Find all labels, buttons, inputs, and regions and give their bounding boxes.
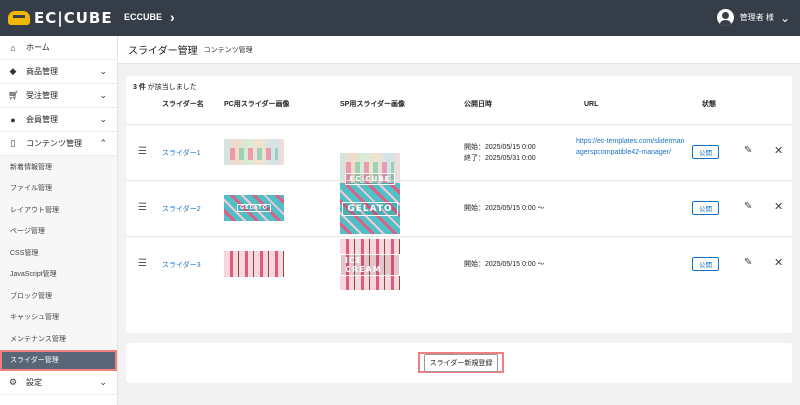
sidebar-subitem-slider[interactable]: スライダー管理 — [0, 349, 117, 371]
action-card: スライダー新規登録 — [126, 343, 792, 383]
logo-text: EC|CUBE — [34, 9, 113, 27]
chevron-down-icon: ⌄ — [99, 377, 107, 387]
drag-handle-icon[interactable]: ☰ — [138, 258, 147, 269]
edit-pencil-icon[interactable]: ✎ — [744, 145, 752, 156]
slider-url-link[interactable]: https://ec-templates.com/slidermanagersp… — [576, 136, 688, 158]
sidebar: ⌂ ホーム ◆ 商品管理 ⌄ 🛒︎ 受注管理 ⌄ ● 会員管理 ⌄ ▯ コンテン… — [0, 36, 118, 405]
sidebar-subitem-javascript[interactable]: JavaScript管理 — [0, 263, 117, 285]
publish-start: 開始：2025/05/15 0:00 〜 — [464, 261, 545, 268]
page-subtitle: コンテンツ管理 — [203, 46, 253, 54]
chevron-down-icon: ⌄ — [99, 114, 107, 124]
logo[interactable]: EC|CUBE — [8, 8, 113, 28]
table-row: ☰ スライダー2 GELATO GELATO 開始：2025/05/15 0:0… — [126, 180, 792, 236]
result-count: 3 件 が該当しました — [133, 82, 197, 92]
chevron-down-icon: ⌄ — [99, 90, 107, 100]
drag-handle-icon[interactable]: ☰ — [138, 146, 147, 157]
delete-x-icon[interactable]: ✕ — [774, 200, 783, 213]
user-menu[interactable]: 管理者 様 ⌄ — [716, 9, 790, 26]
main-content: スライダー管理 コンテンツ管理 3 件 が該当しました スライダー名 PC用スラ… — [118, 36, 800, 405]
chevron-down-icon: ⌄ — [779, 10, 790, 25]
pc-slider-image — [224, 139, 284, 165]
sidebar-item-label: 設定 — [26, 378, 42, 387]
result-count-suffix: が該当しました — [147, 84, 197, 91]
column-header-sp-image: SP用スライダー画像 — [340, 101, 406, 108]
gear-icon: ⚙ — [8, 377, 18, 387]
publish-period: 開始：2025/05/15 0:00 〜 — [464, 259, 545, 270]
sidebar-item-customers[interactable]: ● 会員管理 ⌄ — [0, 108, 117, 132]
slider-list-card: 3 件 が該当しました スライダー名 PC用スライダー画像 SP用スライダー画像… — [126, 76, 792, 333]
publish-period: 開始：2025/05/15 0:00 終了：2025/05/31 0:00 — [464, 142, 536, 164]
status-badge: 公開 — [692, 201, 719, 215]
column-header-pc-image: PC用スライダー画像 — [224, 101, 290, 108]
file-icon: ▯ — [10, 138, 16, 148]
shop-link[interactable]: ECCUBE › — [124, 9, 175, 25]
logo-mark — [8, 11, 30, 25]
sidebar-subitem-news[interactable]: 新着情報管理 — [0, 156, 117, 178]
publish-period: 開始：2025/05/15 0:00 〜 — [464, 203, 545, 214]
sp-slider-image: GELATO — [340, 183, 400, 234]
chevron-down-icon: ⌄ — [99, 66, 107, 76]
sidebar-item-label: 受注管理 — [26, 91, 58, 100]
sp-image-overlay-text: EC-CUBE — [344, 172, 396, 185]
status-badge: 公開 — [692, 145, 719, 159]
sidebar-subitem-files[interactable]: ファイル管理 — [0, 177, 117, 199]
sidebar-item-label: 会員管理 — [26, 115, 58, 124]
column-header-url: URL — [584, 101, 599, 108]
sidebar-item-label: 商品管理 — [26, 67, 58, 76]
chevron-up-icon: ⌃ — [99, 138, 107, 148]
new-slider-button[interactable]: スライダー新規登録 — [423, 353, 499, 372]
status-badge: 公開 — [692, 257, 719, 271]
sp-image-overlay-text: ICE CREAM — [340, 253, 400, 276]
chevron-right-icon: › — [170, 9, 175, 25]
page-header: スライダー管理 コンテンツ管理 — [118, 36, 800, 64]
home-icon: ⌂ — [10, 42, 16, 53]
sidebar-item-settings[interactable]: ⚙ 設定 ⌄ — [0, 371, 117, 395]
publish-start: 開始：2025/05/15 0:00 〜 — [464, 205, 545, 212]
drag-handle-icon[interactable]: ☰ — [138, 202, 147, 213]
sidebar-subitem-blocks[interactable]: ブロック管理 — [0, 285, 117, 307]
top-bar: EC|CUBE ECCUBE › 管理者 様 ⌄ — [0, 0, 800, 36]
page-title: スライダー管理 — [128, 46, 198, 57]
sidebar-item-products[interactable]: ◆ 商品管理 ⌄ — [0, 60, 117, 84]
sidebar-item-home[interactable]: ⌂ ホーム — [0, 36, 117, 60]
column-header-publish: 公開日時 — [464, 101, 492, 108]
delete-x-icon[interactable]: ✕ — [774, 256, 783, 269]
table-row: ☰ スライダー1 EC-CUBE 開始：2025/05/15 0:00 終了：2… — [126, 124, 792, 204]
sidebar-subitem-maintenance[interactable]: メンテナンス管理 — [0, 328, 117, 350]
pc-image-overlay-text: GELATO — [237, 204, 271, 212]
sidebar-subitem-cache[interactable]: キャッシュ管理 — [0, 306, 117, 328]
slider-name-link[interactable]: スライダー3 — [162, 260, 201, 270]
pc-slider-image: GELATO — [224, 195, 284, 221]
sidebar-item-label: ホーム — [26, 43, 50, 52]
new-slider-button-highlight: スライダー新規登録 — [418, 352, 504, 373]
column-header-status: 状態 — [702, 101, 716, 108]
table-row: ☰ スライダー3 ICE CREAM 開始：2025/05/15 0:00 〜 … — [126, 236, 792, 292]
result-count-number: 3 件 — [133, 84, 146, 91]
edit-pencil-icon[interactable]: ✎ — [744, 257, 752, 268]
publish-start: 開始：2025/05/15 0:00 — [464, 144, 536, 151]
slider-name-link[interactable]: スライダー1 — [162, 148, 201, 158]
pc-slider-image — [224, 251, 284, 277]
edit-pencil-icon[interactable]: ✎ — [744, 201, 752, 212]
publish-end: 終了：2025/05/31 0:00 — [464, 155, 536, 162]
delete-x-icon[interactable]: ✕ — [774, 144, 783, 157]
sidebar-subitem-pages[interactable]: ページ管理 — [0, 220, 117, 242]
shop-name: ECCUBE — [124, 12, 163, 22]
user-avatar-icon — [716, 9, 734, 26]
user-name: 管理者 様 — [739, 13, 774, 22]
slider-name-link[interactable]: スライダー2 — [162, 204, 201, 214]
sp-image-overlay-text: GELATO — [342, 201, 398, 216]
cart-icon: 🛒︎ — [8, 90, 20, 100]
column-header-name: スライダー名 — [162, 101, 204, 108]
cube-icon: ◆ — [9, 66, 17, 76]
sidebar-subitem-css[interactable]: CSS管理 — [0, 242, 117, 264]
users-icon: ● — [10, 114, 16, 125]
sidebar-item-label: コンテンツ管理 — [26, 139, 82, 148]
sidebar-item-content[interactable]: ▯ コンテンツ管理 ⌃ — [0, 132, 117, 156]
sp-slider-image: ICE CREAM — [340, 239, 400, 290]
sidebar-item-orders[interactable]: 🛒︎ 受注管理 ⌄ — [0, 84, 117, 108]
sidebar-subitem-layout[interactable]: レイアウト管理 — [0, 199, 117, 221]
